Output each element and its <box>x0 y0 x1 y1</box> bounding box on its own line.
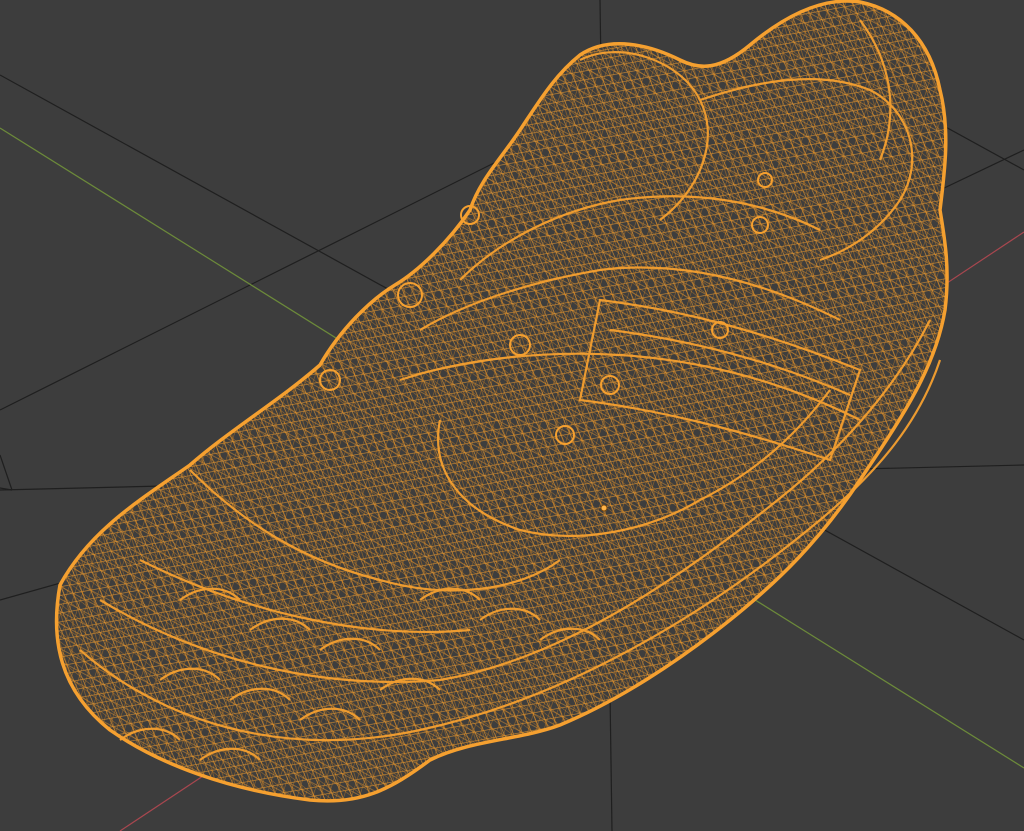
3d-viewport[interactable] <box>0 0 1024 831</box>
viewport-canvas[interactable] <box>0 0 1024 831</box>
shoe-wireframe-mesh[interactable] <box>0 0 1024 831</box>
